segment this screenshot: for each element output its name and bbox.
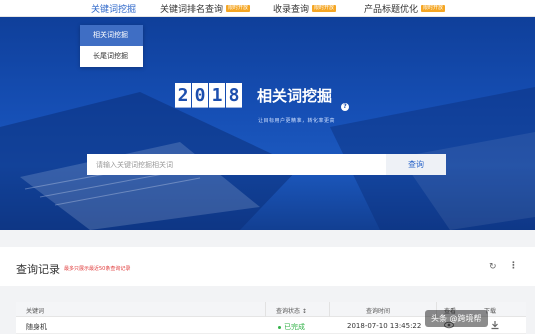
records-title: 查询记录 (16, 263, 60, 276)
source-watermark: 头条 @跨境帮 (425, 310, 488, 327)
year-digits: 2 0 1 8 (175, 83, 243, 108)
hero-title: 相关词挖掘 (257, 87, 333, 105)
year-digit: 0 (192, 83, 208, 108)
column-divider (329, 302, 330, 317)
nav-item-keyword-mining[interactable]: 关键词挖掘 (91, 2, 136, 15)
nav-item-label: 关键词挖掘 (91, 5, 137, 15)
header-time: 查询时间 (366, 308, 391, 315)
limited-badge: 限时开放 (312, 5, 337, 12)
header-status[interactable]: 查询状态 ↕ (276, 306, 307, 315)
hero-subtitle: 让目标用户更精准，转化率更高 (258, 118, 336, 124)
status-dot-icon (278, 325, 281, 329)
header-keyword: 关键词 (26, 308, 45, 315)
row-time: 2018-07-10 13:45:22 (347, 322, 422, 330)
limited-badge: 限时开放 (226, 5, 251, 12)
nav-item-label: 产品标题优化 (364, 5, 419, 15)
keyword-search-input[interactable] (87, 154, 386, 175)
search-button[interactable]: 查询 (386, 154, 446, 175)
nav-item-label: 关键词排名查询 (160, 5, 224, 15)
records-hint: 最多只展示最近50条查询记录 (64, 266, 131, 272)
download-icon[interactable] (490, 320, 500, 332)
dropdown-item-longtail-words[interactable]: 长尾词挖掘 (80, 46, 143, 67)
dropdown-item-related-words[interactable]: 相关词挖掘 (80, 25, 143, 46)
records-panel-header: 查询记录 最多只展示最近50条查询记录 ↻ ⋮ (0, 247, 535, 286)
nav-item-label: 收录查询 (273, 5, 310, 15)
keyword-mining-dropdown: 相关词挖掘 长尾词挖掘 (80, 25, 143, 67)
nav-item-rank-query[interactable]: 关键词排名查询 限时开放 (160, 2, 251, 15)
more-options-icon[interactable]: ⋮ (509, 261, 518, 271)
nav-item-index-query[interactable]: 收录查询 限时开放 (273, 2, 337, 15)
column-divider (265, 302, 266, 317)
row-status-text: 已完成 (284, 323, 305, 331)
row-status: 已完成 (278, 322, 305, 332)
top-nav: 关键词挖掘 关键词排名查询 限时开放 收录查询 限时开放 产品标题优化 限时开放 (0, 0, 535, 17)
refresh-icon[interactable]: ↻ (489, 262, 497, 272)
nav-item-title-optimize[interactable]: 产品标题优化 限时开放 (364, 2, 446, 15)
limited-badge: 限时开放 (421, 5, 446, 12)
year-digit: 2 (175, 83, 191, 108)
year-digit: 8 (226, 83, 242, 108)
help-icon[interactable]: ? (341, 103, 349, 111)
hero-title-group: 2 0 1 8 相关词挖掘 (175, 83, 332, 108)
row-keyword: 随身机 (26, 323, 47, 331)
year-digit: 1 (209, 83, 225, 108)
